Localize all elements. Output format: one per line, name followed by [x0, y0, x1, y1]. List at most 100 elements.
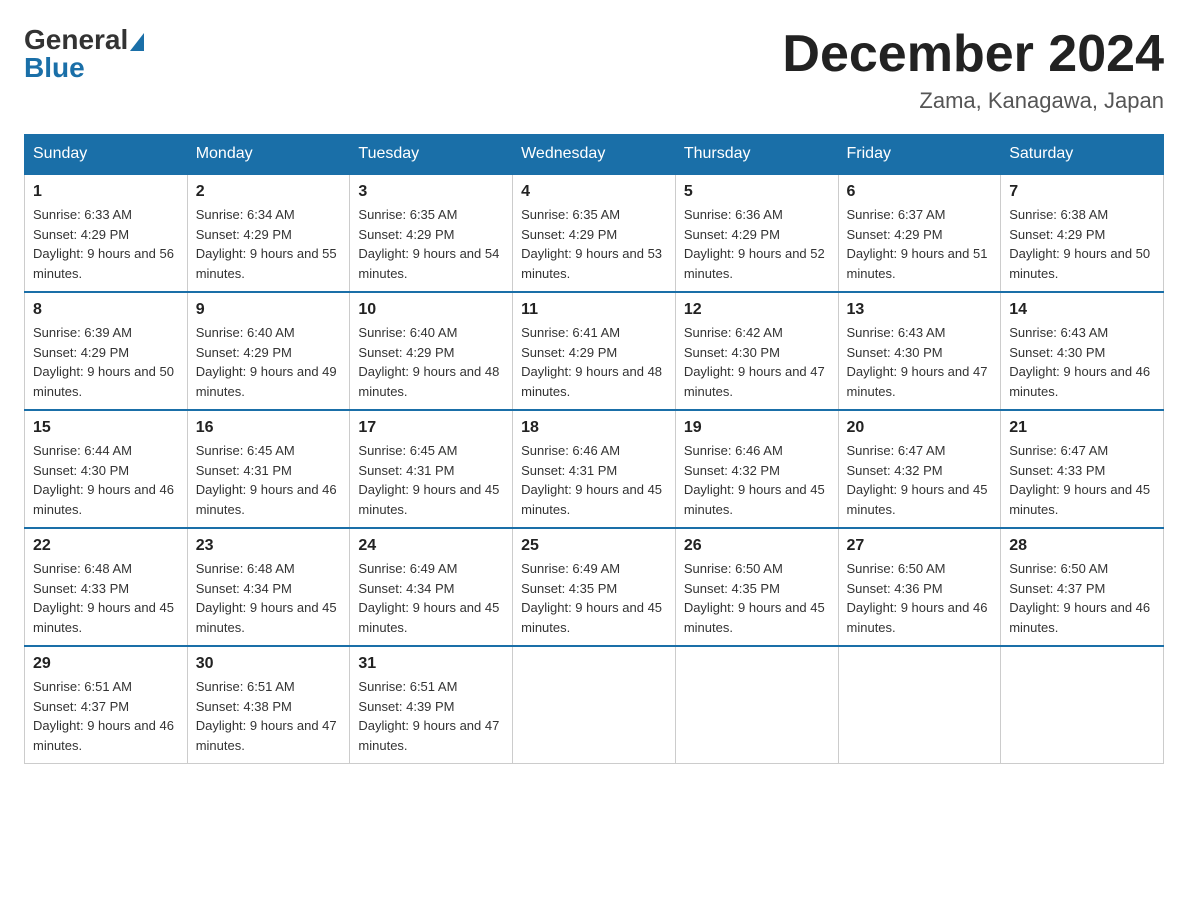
day-number: 25	[521, 537, 667, 555]
calendar-cell: 12 Sunrise: 6:42 AMSunset: 4:30 PMDayligh…	[675, 292, 838, 410]
day-info: Sunrise: 6:51 AMSunset: 4:38 PMDaylight:…	[196, 677, 342, 755]
day-number: 28	[1009, 537, 1155, 555]
day-info: Sunrise: 6:42 AMSunset: 4:30 PMDaylight:…	[684, 323, 830, 401]
calendar-cell: 25 Sunrise: 6:49 AMSunset: 4:35 PMDayligh…	[513, 528, 676, 646]
day-info: Sunrise: 6:39 AMSunset: 4:29 PMDaylight:…	[33, 323, 179, 401]
month-title: December 2024	[782, 24, 1164, 84]
day-number: 2	[196, 183, 342, 201]
day-number: 3	[358, 183, 504, 201]
calendar-cell: 20 Sunrise: 6:47 AMSunset: 4:32 PMDayligh…	[838, 410, 1001, 528]
day-number: 5	[684, 183, 830, 201]
header-wednesday: Wednesday	[513, 135, 676, 175]
day-number: 31	[358, 655, 504, 673]
calendar-cell: 11 Sunrise: 6:41 AMSunset: 4:29 PMDayligh…	[513, 292, 676, 410]
day-number: 14	[1009, 301, 1155, 319]
day-number: 12	[684, 301, 830, 319]
day-number: 9	[196, 301, 342, 319]
calendar-cell: 26 Sunrise: 6:50 AMSunset: 4:35 PMDayligh…	[675, 528, 838, 646]
day-info: Sunrise: 6:45 AMSunset: 4:31 PMDaylight:…	[358, 441, 504, 519]
calendar-cell: 18 Sunrise: 6:46 AMSunset: 4:31 PMDayligh…	[513, 410, 676, 528]
day-info: Sunrise: 6:49 AMSunset: 4:34 PMDaylight:…	[358, 559, 504, 637]
day-info: Sunrise: 6:43 AMSunset: 4:30 PMDaylight:…	[847, 323, 993, 401]
calendar-cell: 3 Sunrise: 6:35 AMSunset: 4:29 PMDaylight…	[350, 174, 513, 292]
day-info: Sunrise: 6:33 AMSunset: 4:29 PMDaylight:…	[33, 205, 179, 283]
calendar-cell	[838, 646, 1001, 764]
day-number: 24	[358, 537, 504, 555]
day-number: 26	[684, 537, 830, 555]
calendar-cell: 4 Sunrise: 6:35 AMSunset: 4:29 PMDaylight…	[513, 174, 676, 292]
calendar-cell: 19 Sunrise: 6:46 AMSunset: 4:32 PMDayligh…	[675, 410, 838, 528]
calendar-cell: 14 Sunrise: 6:43 AMSunset: 4:30 PMDayligh…	[1001, 292, 1164, 410]
header-tuesday: Tuesday	[350, 135, 513, 175]
day-number: 16	[196, 419, 342, 437]
page-header: General Blue December 2024 Zama, Kanagaw…	[24, 24, 1164, 114]
day-info: Sunrise: 6:38 AMSunset: 4:29 PMDaylight:…	[1009, 205, 1155, 283]
day-info: Sunrise: 6:35 AMSunset: 4:29 PMDaylight:…	[521, 205, 667, 283]
day-info: Sunrise: 6:49 AMSunset: 4:35 PMDaylight:…	[521, 559, 667, 637]
day-number: 18	[521, 419, 667, 437]
logo-blue-text: Blue	[24, 52, 85, 84]
day-info: Sunrise: 6:46 AMSunset: 4:32 PMDaylight:…	[684, 441, 830, 519]
day-info: Sunrise: 6:45 AMSunset: 4:31 PMDaylight:…	[196, 441, 342, 519]
calendar-cell: 2Sunrise: 6:34 AMSunset: 4:29 PMDaylight…	[187, 174, 350, 292]
day-number: 15	[33, 419, 179, 437]
calendar-cell: 7 Sunrise: 6:38 AMSunset: 4:29 PMDaylight…	[1001, 174, 1164, 292]
calendar-cell: 29 Sunrise: 6:51 AMSunset: 4:37 PMDayligh…	[25, 646, 188, 764]
day-info: Sunrise: 6:44 AMSunset: 4:30 PMDaylight:…	[33, 441, 179, 519]
day-info: Sunrise: 6:47 AMSunset: 4:32 PMDaylight:…	[847, 441, 993, 519]
day-number: 8	[33, 301, 179, 319]
day-number: 11	[521, 301, 667, 319]
calendar-week-row: 29 Sunrise: 6:51 AMSunset: 4:37 PMDayligh…	[25, 646, 1164, 764]
day-info: Sunrise: 6:50 AMSunset: 4:35 PMDaylight:…	[684, 559, 830, 637]
day-info: Sunrise: 6:41 AMSunset: 4:29 PMDaylight:…	[521, 323, 667, 401]
calendar-cell	[513, 646, 676, 764]
calendar-cell	[1001, 646, 1164, 764]
day-info: Sunrise: 6:50 AMSunset: 4:36 PMDaylight:…	[847, 559, 993, 637]
header-saturday: Saturday	[1001, 135, 1164, 175]
calendar-cell: 10 Sunrise: 6:40 AMSunset: 4:29 PMDayligh…	[350, 292, 513, 410]
day-info: Sunrise: 6:51 AMSunset: 4:37 PMDaylight:…	[33, 677, 179, 755]
day-number: 7	[1009, 183, 1155, 201]
day-number: 4	[521, 183, 667, 201]
calendar-cell: 9 Sunrise: 6:40 AMSunset: 4:29 PMDaylight…	[187, 292, 350, 410]
calendar-cell	[675, 646, 838, 764]
day-info: Sunrise: 6:46 AMSunset: 4:31 PMDaylight:…	[521, 441, 667, 519]
calendar-cell: 1 Sunrise: 6:33 AMSunset: 4:29 PMDaylight…	[25, 174, 188, 292]
day-number: 6	[847, 183, 993, 201]
day-info: Sunrise: 6:40 AMSunset: 4:29 PMDaylight:…	[358, 323, 504, 401]
day-number: 29	[33, 655, 179, 673]
calendar-week-row: 1 Sunrise: 6:33 AMSunset: 4:29 PMDaylight…	[25, 174, 1164, 292]
calendar-cell: 23Sunrise: 6:48 AMSunset: 4:34 PMDayligh…	[187, 528, 350, 646]
calendar-cell: 5Sunrise: 6:36 AMSunset: 4:29 PMDaylight…	[675, 174, 838, 292]
day-info: Sunrise: 6:47 AMSunset: 4:33 PMDaylight:…	[1009, 441, 1155, 519]
logo-triangle-icon	[130, 33, 144, 51]
day-number: 17	[358, 419, 504, 437]
logo: General Blue	[24, 24, 146, 84]
calendar-cell: 17 Sunrise: 6:45 AMSunset: 4:31 PMDayligh…	[350, 410, 513, 528]
calendar-cell: 22Sunrise: 6:48 AMSunset: 4:33 PMDayligh…	[25, 528, 188, 646]
day-info: Sunrise: 6:50 AMSunset: 4:37 PMDaylight:…	[1009, 559, 1155, 637]
calendar-cell: 16 Sunrise: 6:45 AMSunset: 4:31 PMDayligh…	[187, 410, 350, 528]
calendar-header-row: SundayMondayTuesdayWednesdayThursdayFrid…	[25, 135, 1164, 175]
day-info: Sunrise: 6:35 AMSunset: 4:29 PMDaylight:…	[358, 205, 504, 283]
day-info: Sunrise: 6:48 AMSunset: 4:34 PMDaylight:…	[196, 559, 342, 637]
day-info: Sunrise: 6:48 AMSunset: 4:33 PMDaylight:…	[33, 559, 179, 637]
day-number: 10	[358, 301, 504, 319]
calendar-table: SundayMondayTuesdayWednesdayThursdayFrid…	[24, 134, 1164, 764]
header-sunday: Sunday	[25, 135, 188, 175]
calendar-week-row: 8 Sunrise: 6:39 AMSunset: 4:29 PMDaylight…	[25, 292, 1164, 410]
day-info: Sunrise: 6:40 AMSunset: 4:29 PMDaylight:…	[196, 323, 342, 401]
day-info: Sunrise: 6:43 AMSunset: 4:30 PMDaylight:…	[1009, 323, 1155, 401]
header-monday: Monday	[187, 135, 350, 175]
day-number: 13	[847, 301, 993, 319]
day-number: 1	[33, 183, 179, 201]
calendar-cell: 27Sunrise: 6:50 AMSunset: 4:36 PMDayligh…	[838, 528, 1001, 646]
calendar-week-row: 15 Sunrise: 6:44 AMSunset: 4:30 PMDayligh…	[25, 410, 1164, 528]
day-number: 21	[1009, 419, 1155, 437]
day-number: 20	[847, 419, 993, 437]
calendar-cell: 8 Sunrise: 6:39 AMSunset: 4:29 PMDaylight…	[25, 292, 188, 410]
calendar-week-row: 22Sunrise: 6:48 AMSunset: 4:33 PMDayligh…	[25, 528, 1164, 646]
day-number: 19	[684, 419, 830, 437]
calendar-cell: 31Sunrise: 6:51 AMSunset: 4:39 PMDayligh…	[350, 646, 513, 764]
calendar-cell: 13 Sunrise: 6:43 AMSunset: 4:30 PMDayligh…	[838, 292, 1001, 410]
